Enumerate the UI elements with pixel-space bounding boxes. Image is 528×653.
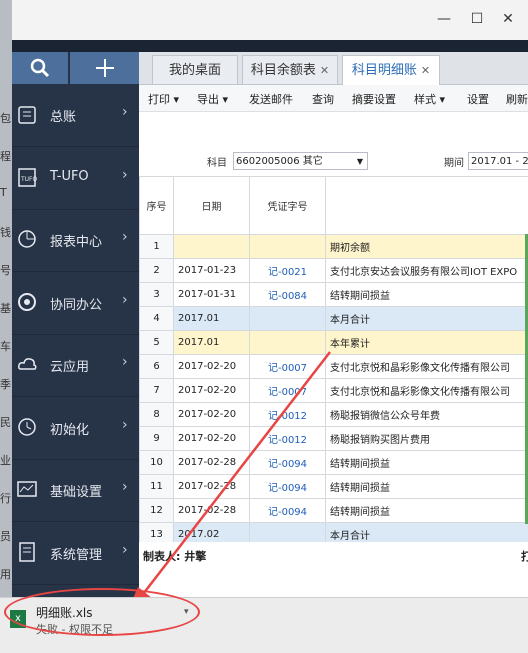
annotation-arrow (0, 0, 528, 652)
annotation-circle (4, 588, 200, 636)
